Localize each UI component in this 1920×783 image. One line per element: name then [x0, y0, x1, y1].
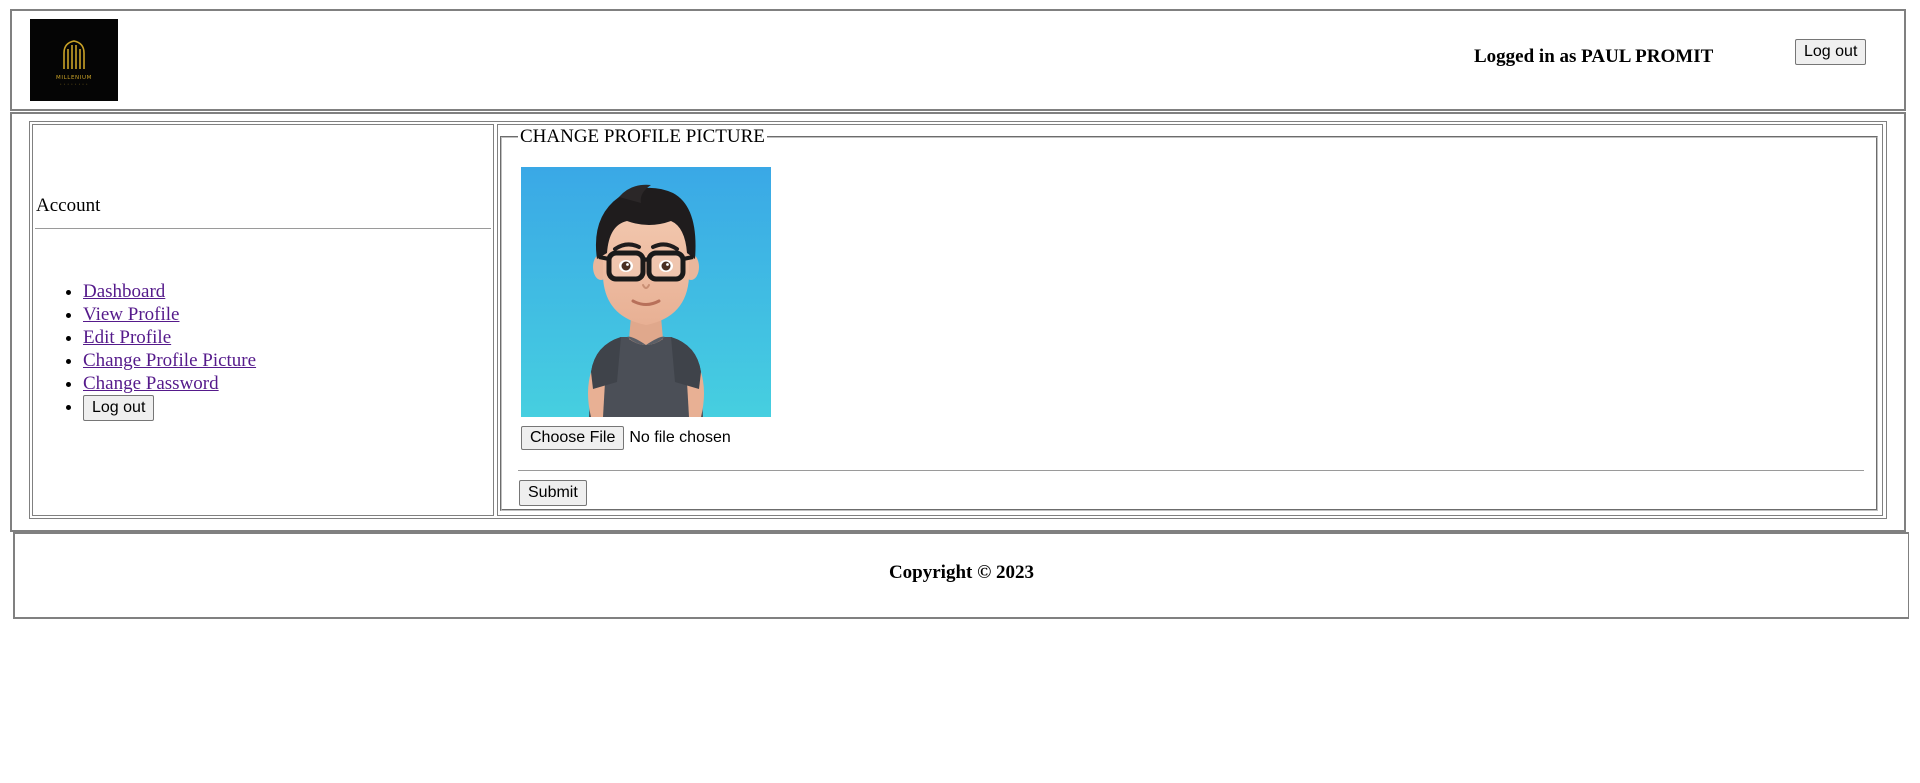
header-logout-button[interactable]: Log out [1795, 39, 1867, 65]
logo-icon: MILLENIUM • • • • • • • • [30, 19, 118, 101]
logo[interactable]: MILLENIUM • • • • • • • • [30, 19, 118, 101]
sidebar-logout-button[interactable]: Log out [83, 395, 155, 421]
copyright-text: Copyright © 2023 [888, 562, 1035, 583]
content-panel: CHANGE PROFILE PICTURE Choose File No fi… [497, 124, 1883, 516]
sidebar-item-view-profile: View Profile [83, 303, 256, 326]
sidebar-item-change-password: Change Password [83, 372, 256, 395]
form-divider [518, 470, 1864, 471]
sidebar-item-dashboard: Dashboard [83, 280, 256, 303]
file-input[interactable]: Choose File No file chosen [521, 426, 731, 450]
change-profile-picture-form: CHANGE PROFILE PICTURE Choose File No fi… [500, 127, 1878, 511]
svg-text:• • • • • • • •: • • • • • • • • [60, 82, 88, 86]
choose-file-button[interactable]: Choose File [521, 426, 625, 450]
sidebar-divider [35, 228, 491, 229]
sidebar-menu: Dashboard View Profile Edit Profile Chan… [34, 280, 256, 421]
sidebar-item-logout: Log out [83, 395, 256, 421]
change-profile-picture-link[interactable]: Change Profile Picture [83, 350, 256, 371]
submit-button[interactable]: Submit [519, 480, 587, 506]
sidebar-title: Account [36, 195, 101, 216]
footer: Copyright © 2023 [13, 532, 1909, 619]
sidebar-item-edit-profile: Edit Profile [83, 326, 256, 349]
logo-wordmark: MILLENIUM [56, 75, 92, 81]
avatar-image [521, 167, 771, 417]
sidebar: Account Dashboard View Profile Edit Prof… [32, 124, 494, 516]
edit-profile-link[interactable]: Edit Profile [83, 327, 171, 348]
header: MILLENIUM • • • • • • • • Logged in as P… [10, 9, 1906, 111]
file-status-text: No file chosen [629, 429, 731, 446]
dashboard-link[interactable]: Dashboard [83, 281, 165, 302]
view-profile-link[interactable]: View Profile [83, 304, 179, 325]
main-table: Account Dashboard View Profile Edit Prof… [29, 121, 1887, 519]
main-area: Account Dashboard View Profile Edit Prof… [10, 112, 1906, 532]
profile-picture [521, 167, 771, 417]
submit-wrap: Submit [519, 480, 587, 506]
form-legend: CHANGE PROFILE PICTURE [520, 126, 765, 147]
header-logout-wrap: Log out [1795, 39, 1867, 65]
sidebar-item-change-profile-picture: Change Profile Picture [83, 349, 256, 372]
logged-in-status: Logged in as PAUL PROMIT [1474, 46, 1714, 67]
change-password-link[interactable]: Change Password [83, 373, 219, 394]
page: MILLENIUM • • • • • • • • Logged in as P… [0, 0, 1920, 783]
